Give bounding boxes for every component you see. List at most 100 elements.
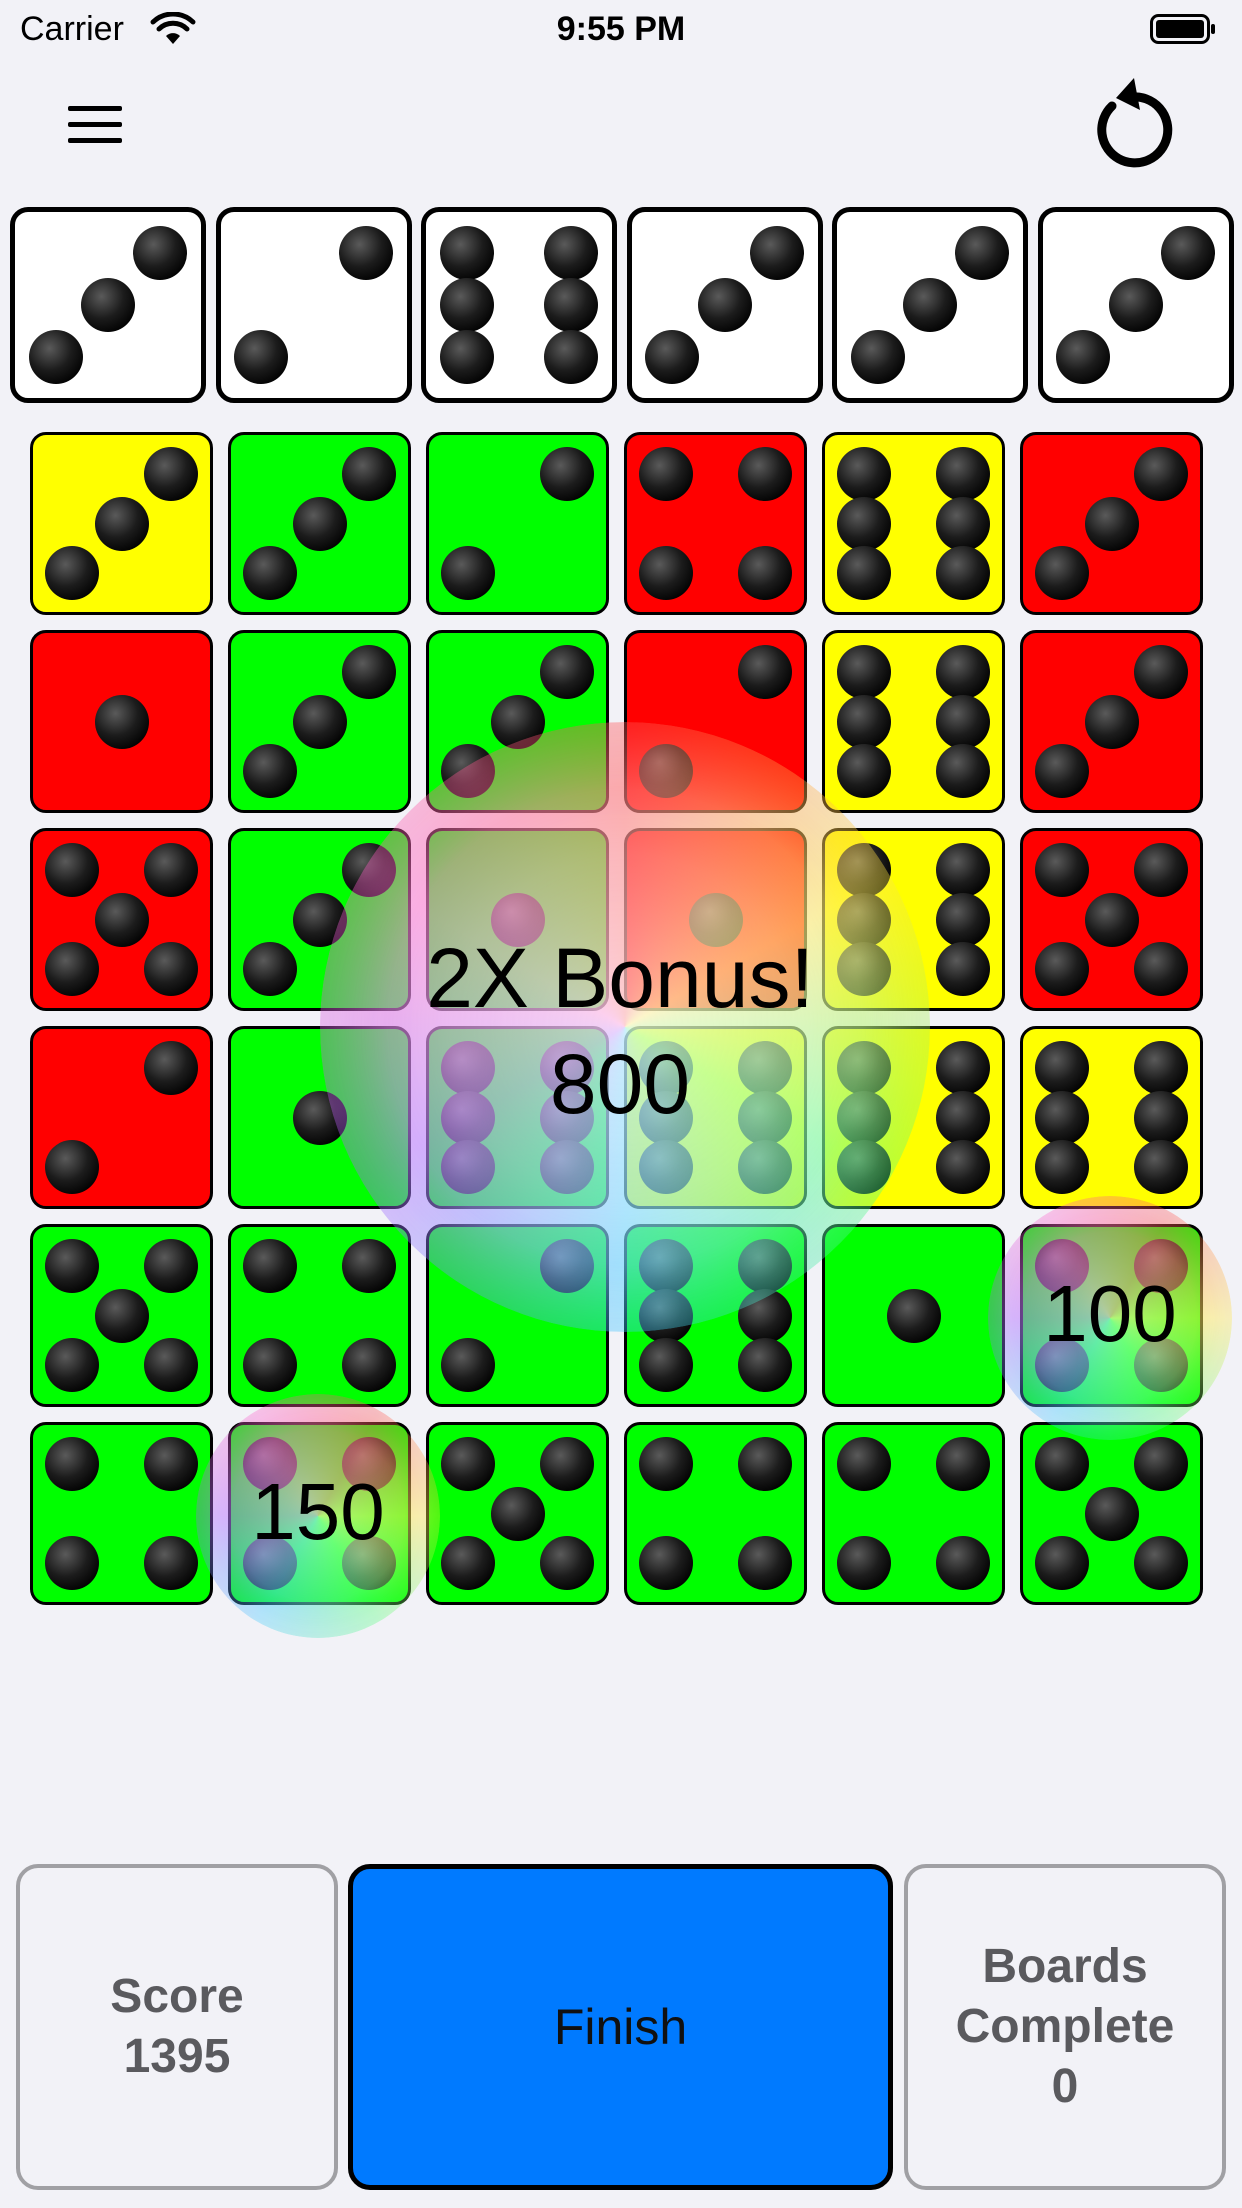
pip (44, 1436, 99, 1491)
pip (738, 1040, 793, 1095)
pip (638, 744, 693, 799)
rolled-die[interactable] (10, 207, 206, 403)
pip (645, 330, 700, 385)
board-cell[interactable] (1020, 630, 1203, 813)
finish-button[interactable]: Finish (348, 1864, 893, 2190)
board-cell[interactable] (426, 432, 609, 615)
pip (144, 1040, 199, 1095)
board-cell[interactable] (624, 1422, 807, 1605)
pip (144, 942, 199, 997)
board-cell[interactable] (822, 1026, 1005, 1209)
board-cell[interactable] (426, 1224, 609, 1407)
pip (439, 225, 494, 280)
board-cell[interactable] (624, 1026, 807, 1209)
pip (836, 496, 891, 551)
board-cell[interactable] (822, 1224, 1005, 1407)
boards-value: 0 (1051, 2060, 1079, 2113)
board-cell[interactable] (426, 1026, 609, 1209)
board-cell[interactable] (1020, 1224, 1203, 1407)
board-cell[interactable] (228, 828, 411, 1011)
pip (342, 1436, 397, 1491)
pip (144, 1436, 199, 1491)
board-cell[interactable] (30, 432, 213, 615)
rolled-die[interactable] (1037, 207, 1234, 403)
pip (936, 546, 991, 601)
board-cell[interactable] (624, 828, 807, 1011)
pip (936, 744, 991, 799)
pip (540, 1040, 595, 1095)
pip (1134, 1238, 1189, 1293)
board-cell[interactable] (1020, 1026, 1203, 1209)
board-cell[interactable] (1020, 432, 1203, 615)
pip (738, 1338, 793, 1393)
pip (234, 330, 289, 385)
pip (1034, 1536, 1089, 1591)
board-cell[interactable] (30, 630, 213, 813)
pip (540, 446, 595, 501)
pip (242, 942, 297, 997)
pip (1056, 330, 1111, 385)
board-cell[interactable] (624, 630, 807, 813)
board-cell[interactable] (30, 828, 213, 1011)
pip (44, 942, 99, 997)
pip (738, 546, 793, 601)
board-cell[interactable] (1020, 828, 1203, 1011)
pip (936, 496, 991, 551)
pip (44, 1238, 99, 1293)
pip (94, 694, 149, 749)
board-cell[interactable] (228, 1224, 411, 1407)
pip (440, 1436, 495, 1491)
pip (292, 892, 347, 947)
board-cell[interactable] (228, 630, 411, 813)
pip (490, 892, 545, 947)
board-cell[interactable] (426, 1422, 609, 1605)
board-cell[interactable] (624, 432, 807, 615)
board-cell[interactable] (30, 1422, 213, 1605)
hamburger-menu-icon[interactable] (66, 102, 126, 148)
restart-arrow-icon[interactable] (1082, 76, 1174, 168)
board-cell[interactable] (624, 1224, 807, 1407)
pip (936, 942, 991, 997)
board-cell[interactable] (822, 828, 1005, 1011)
pip (1084, 892, 1139, 947)
board-cell[interactable] (228, 1422, 411, 1605)
pip (540, 1090, 595, 1145)
board-cell[interactable] (822, 630, 1005, 813)
pip (292, 694, 347, 749)
pip (936, 694, 991, 749)
pip (738, 1288, 793, 1343)
pip (242, 1436, 297, 1491)
boards-label-line2: Complete (955, 2000, 1175, 2053)
board-cell[interactable] (822, 432, 1005, 615)
board-cell[interactable] (1020, 1422, 1203, 1605)
pip (342, 644, 397, 699)
pip (836, 842, 891, 897)
pip (955, 225, 1010, 280)
board-cell[interactable] (822, 1422, 1005, 1605)
pip (836, 1090, 891, 1145)
board-cell[interactable] (228, 432, 411, 615)
pip (1108, 278, 1163, 332)
pip (94, 892, 149, 947)
rolled-die[interactable] (421, 207, 617, 403)
pip (936, 842, 991, 897)
pip (342, 1536, 397, 1591)
board-cell[interactable] (228, 1026, 411, 1209)
board-cell[interactable] (426, 630, 609, 813)
pip (540, 644, 595, 699)
pip (1034, 1436, 1089, 1491)
board-cell[interactable] (30, 1026, 213, 1209)
pip (440, 546, 495, 601)
pip (342, 1338, 397, 1393)
pip (1034, 744, 1089, 799)
board-cell[interactable] (426, 828, 609, 1011)
pip (638, 1040, 693, 1095)
pip (738, 644, 793, 699)
pip (936, 1090, 991, 1145)
rolled-die[interactable] (626, 207, 823, 403)
rolled-die[interactable] (215, 207, 412, 403)
rolled-die[interactable] (832, 207, 1028, 403)
pip (738, 1436, 793, 1491)
pip (242, 1536, 297, 1591)
board-cell[interactable] (30, 1224, 213, 1407)
